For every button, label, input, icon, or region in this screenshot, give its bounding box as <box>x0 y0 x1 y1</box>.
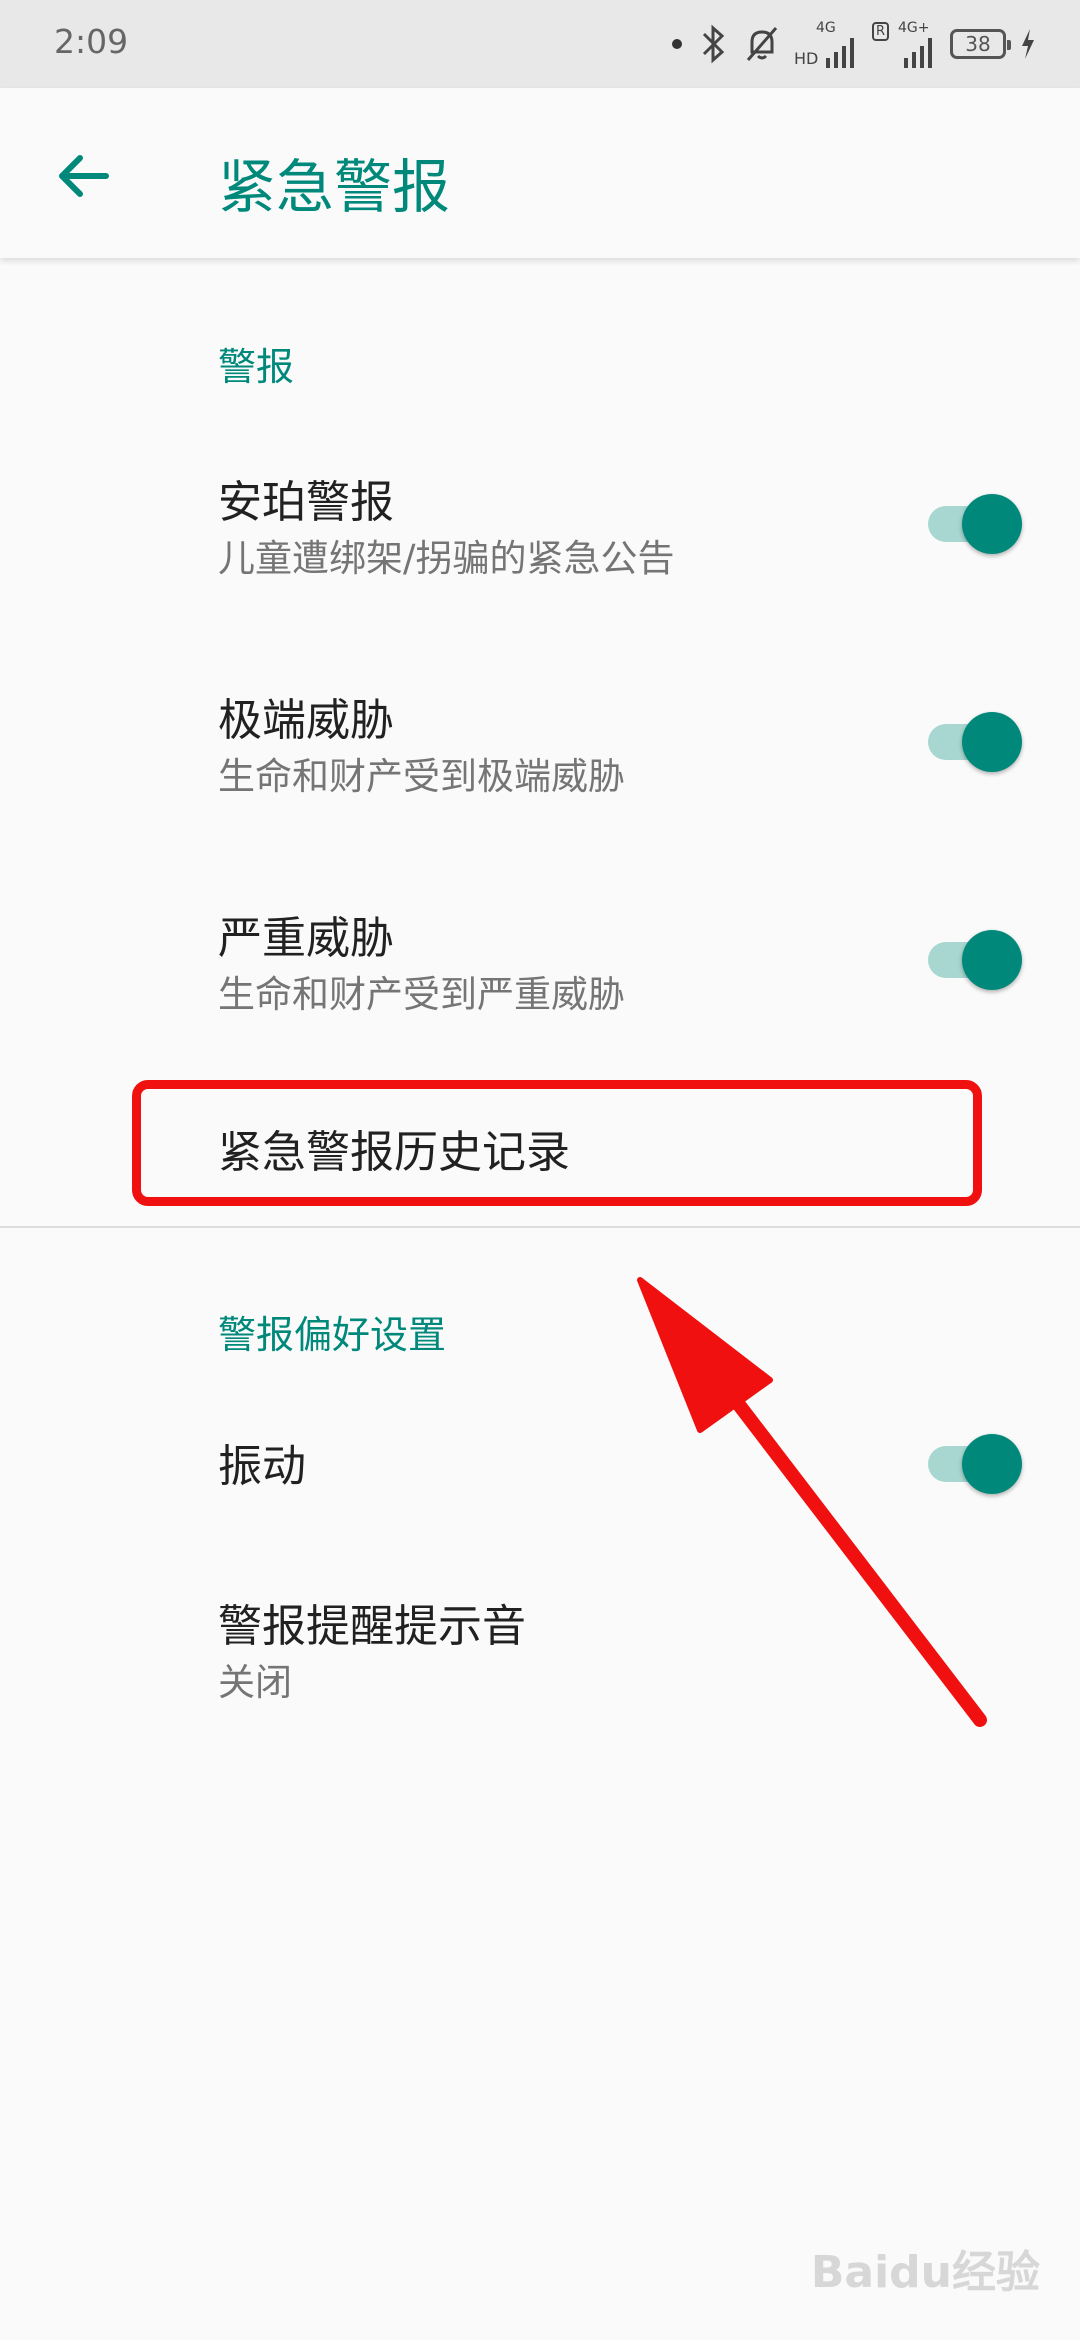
annotation-highlight-box <box>132 1080 982 1206</box>
hd-label: HD <box>794 49 819 68</box>
pref-title: 安珀警报 <box>218 477 394 528</box>
status-icons: HD 4G R 4G+ 38 <box>672 18 1036 70</box>
page-title: 紧急警报 <box>218 153 451 221</box>
pref-title: 严重威胁 <box>218 913 394 964</box>
pref-summary: 生命和财产受到严重威胁 <box>218 973 625 1016</box>
bell-mute-icon <box>746 27 778 61</box>
status-bar: 2:09 HD 4G R 4G+ 38 <box>0 0 1080 88</box>
pref-title: 极端威胁 <box>218 695 394 746</box>
battery-icon: 38 <box>950 29 1011 59</box>
bluetooth-icon <box>702 24 725 64</box>
pref-severe-threat[interactable]: 严重威胁 生命和财产受到严重威胁 <box>0 878 1080 1078</box>
pref-title: 警报提醒提示音 <box>218 1601 526 1652</box>
divider <box>0 1226 1080 1228</box>
annotation-arrow-icon <box>637 1277 987 1727</box>
switch-thumb <box>962 494 1022 554</box>
pref-extreme-threat[interactable]: 极端威胁 生命和财产受到极端威胁 <box>0 660 1080 860</box>
switch-thumb <box>962 712 1022 772</box>
notification-dot-icon <box>672 39 682 49</box>
status-time: 2:09 <box>54 22 129 61</box>
severe-threat-switch[interactable] <box>922 926 1022 990</box>
pref-summary: 生命和财产受到极端威胁 <box>218 755 625 798</box>
pref-amber-alert[interactable]: 安珀警报 儿童遭绑架/拐骗的紧急公告 <box>0 440 1080 640</box>
back-arrow-icon <box>59 155 109 197</box>
watermark: Baidu经验 <box>810 2247 1040 2298</box>
switch-thumb <box>962 930 1022 990</box>
app-bar: 紧急警报 <box>0 88 1080 258</box>
battery-level: 38 <box>965 32 991 56</box>
section-header-alerts: 警报 <box>218 345 295 389</box>
extreme-threat-switch[interactable] <box>922 708 1022 772</box>
pref-summary: 儿童遭绑架/拐骗的紧急公告 <box>218 537 675 580</box>
signal-4gplus-icon: R 4G+ <box>872 20 936 68</box>
signal-4g-icon: HD 4G <box>794 20 858 68</box>
pref-title: 振动 <box>218 1441 306 1492</box>
roaming-label: R <box>872 22 890 41</box>
pref-summary: 关闭 <box>218 1661 292 1704</box>
amber-alert-switch[interactable] <box>922 490 1022 554</box>
back-button[interactable] <box>44 136 124 216</box>
charging-icon <box>1022 29 1034 59</box>
section-header-preferences: 警报偏好设置 <box>218 1313 447 1357</box>
